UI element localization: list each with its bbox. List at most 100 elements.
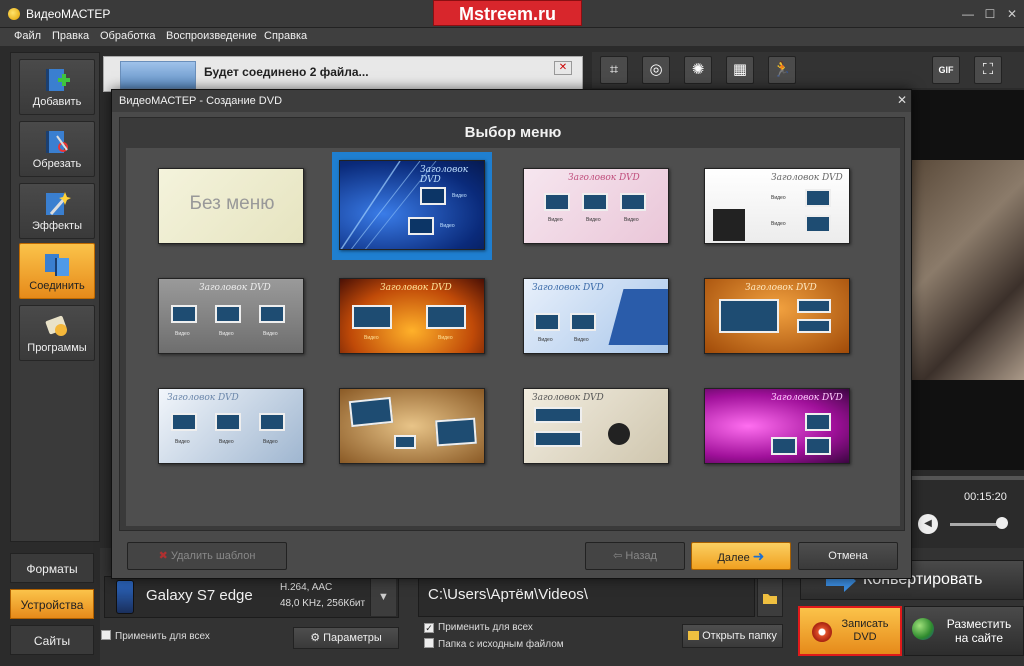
- cut-film-icon: [46, 131, 68, 153]
- template-orange-classic[interactable]: Заголовок DVD: [704, 278, 850, 354]
- template-video-box: [408, 217, 434, 235]
- stabilize-icon[interactable]: ◎: [642, 56, 670, 84]
- chevron-down-icon[interactable]: ▼: [370, 578, 396, 616]
- gear-icon: ⚙: [310, 632, 321, 644]
- checkbox-label: Папка с исходным файлом: [438, 639, 564, 650]
- template-white-speakers[interactable]: Заголовок DVD Видео Видео: [704, 168, 850, 244]
- minimize-button[interactable]: —: [960, 6, 976, 22]
- open-folder-button[interactable]: Открыть папку: [682, 624, 783, 648]
- template-gray-metal[interactable]: Заголовок DVD Видео Видео Видео: [158, 278, 304, 354]
- checkbox[interactable]: [424, 638, 434, 648]
- template-caption: Видео: [263, 331, 278, 337]
- menu-help[interactable]: Справка: [264, 30, 307, 42]
- template-video-box: [544, 193, 570, 211]
- checkbox[interactable]: ✓: [424, 623, 434, 633]
- template-no-menu[interactable]: Без меню: [158, 168, 304, 244]
- tab-formats[interactable]: Форматы: [10, 553, 94, 583]
- checkbox-label: Применить для всех: [115, 631, 210, 642]
- menu-processing[interactable]: Обработка: [100, 30, 155, 42]
- template-video-box: [259, 305, 285, 323]
- template-vintage-paper[interactable]: [339, 388, 485, 464]
- next-label: Далее: [717, 552, 750, 564]
- dialog-close-icon[interactable]: ✕: [895, 93, 909, 107]
- template-magenta-dancer[interactable]: Заголовок DVD: [704, 388, 850, 464]
- parameters-button[interactable]: ⚙ Параметры: [293, 627, 399, 649]
- film-strip-art: [608, 289, 668, 345]
- speakers-art: [713, 209, 745, 241]
- gif-icon[interactable]: GIF: [932, 56, 960, 84]
- sidebar-item-programs[interactable]: Программы: [19, 305, 95, 361]
- menu-file[interactable]: Файл: [14, 30, 41, 42]
- template-title: Заголовок DVD: [380, 283, 452, 293]
- template-video-box: [805, 437, 831, 455]
- volume-slider-handle[interactable]: [996, 517, 1008, 529]
- template-inkwell[interactable]: Заголовок DVD: [523, 388, 669, 464]
- sidebar-item-join[interactable]: Соединить: [19, 243, 95, 299]
- template-caption: Видео: [538, 337, 553, 343]
- delete-template-label: Удалить шаблон: [170, 550, 256, 562]
- template-caption: Видео: [440, 223, 455, 229]
- sidebar-item-cut[interactable]: Обрезать: [19, 121, 95, 177]
- template-title: Заголовок DVD: [420, 165, 469, 185]
- apply-all-output-checkbox[interactable]: ✓ Применить для всех: [424, 622, 533, 633]
- checkbox[interactable]: [101, 630, 111, 640]
- template-pink-floral[interactable]: Заголовок DVD Видео Видео Видео: [523, 168, 669, 244]
- template-title: Заголовок DVD: [199, 283, 271, 293]
- source-folder-checkbox[interactable]: Папка с исходным файлом: [424, 638, 564, 650]
- open-folder-label: Открыть папку: [702, 630, 777, 642]
- no-menu-label: Без меню: [189, 193, 275, 214]
- next-button[interactable]: Далее ➜: [691, 542, 791, 570]
- sidebar-item-add[interactable]: Добавить: [19, 59, 95, 115]
- apply-all-device-checkbox[interactable]: Применить для всех: [101, 630, 210, 642]
- template-title: Заголовок DVD: [167, 393, 239, 403]
- sidebar-item-label: Добавить: [32, 96, 82, 108]
- template-grid: Без меню Заголовок DVD Видео Видео Загол…: [126, 148, 900, 526]
- back-button[interactable]: ⇦ Назад: [585, 542, 685, 570]
- template-blue-rays[interactable]: Заголовок DVD Видео Видео: [339, 160, 485, 250]
- template-caption: Видео: [771, 195, 786, 201]
- tab-sites[interactable]: Сайты: [10, 625, 94, 655]
- template-video-box: [215, 305, 241, 323]
- fullscreen-icon[interactable]: ⛶: [974, 56, 1002, 84]
- template-caption: Видео: [624, 217, 639, 223]
- template-video-box: [348, 396, 394, 428]
- template-caption: Видео: [219, 331, 234, 337]
- brightness-icon[interactable]: ✺: [684, 56, 712, 84]
- template-orange-sparks[interactable]: Заголовок DVD Видео Видео: [339, 278, 485, 354]
- cancel-button[interactable]: Отмена: [798, 542, 898, 570]
- inkwell-art: [608, 423, 630, 445]
- tab-devices[interactable]: Устройства: [10, 589, 94, 619]
- crop-icon[interactable]: ⌗: [600, 56, 628, 84]
- volume-icon[interactable]: ◀: [918, 514, 938, 534]
- delete-template-button[interactable]: ✖ Удалить шаблон: [127, 542, 287, 570]
- template-video-box: [435, 417, 477, 447]
- template-title: Заголовок DVD: [771, 173, 843, 183]
- device-audio: 48,0 KHz, 256Кбит: [280, 598, 366, 609]
- template-video-box: [805, 189, 831, 207]
- sidebar-item-effects[interactable]: Эффекты: [19, 183, 95, 239]
- film-speed-icon[interactable]: ▦: [726, 56, 754, 84]
- browse-folder-button[interactable]: [757, 577, 783, 617]
- template-caption: Видео: [771, 221, 786, 227]
- template-title: Заголовок DVD: [532, 283, 604, 293]
- template-video-box: [582, 193, 608, 211]
- close-icon[interactable]: ✕: [554, 61, 572, 75]
- running-man-icon[interactable]: 🏃: [768, 56, 796, 84]
- checkbox-label: Применить для всех: [438, 622, 533, 633]
- template-title: Заголовок DVD: [771, 393, 843, 403]
- folder-icon: [763, 594, 777, 604]
- maximize-button[interactable]: ☐: [982, 6, 998, 22]
- template-light-blue[interactable]: Заголовок DVD Видео Видео Видео: [158, 388, 304, 464]
- close-button[interactable]: ✕: [1004, 6, 1020, 22]
- menu-edit[interactable]: Правка: [52, 30, 89, 42]
- template-film-strip[interactable]: Заголовок DVD Видео Видео: [523, 278, 669, 354]
- add-film-icon: [46, 69, 70, 91]
- template-title: Заголовок DVD: [532, 393, 604, 403]
- menu-playback[interactable]: Воспроизведение: [166, 30, 257, 42]
- template-title: Заголовок DVD: [745, 283, 817, 293]
- template-video-box: [171, 413, 197, 431]
- template-video-box: [797, 319, 831, 333]
- timeline-bar[interactable]: [912, 476, 1024, 480]
- preview-toolbar: ⌗ ◎ ✺ ▦ 🏃 GIF ⛶: [592, 52, 1024, 88]
- sidebar: Добавить Обрезать Эффекты Соединить Прог…: [10, 52, 100, 542]
